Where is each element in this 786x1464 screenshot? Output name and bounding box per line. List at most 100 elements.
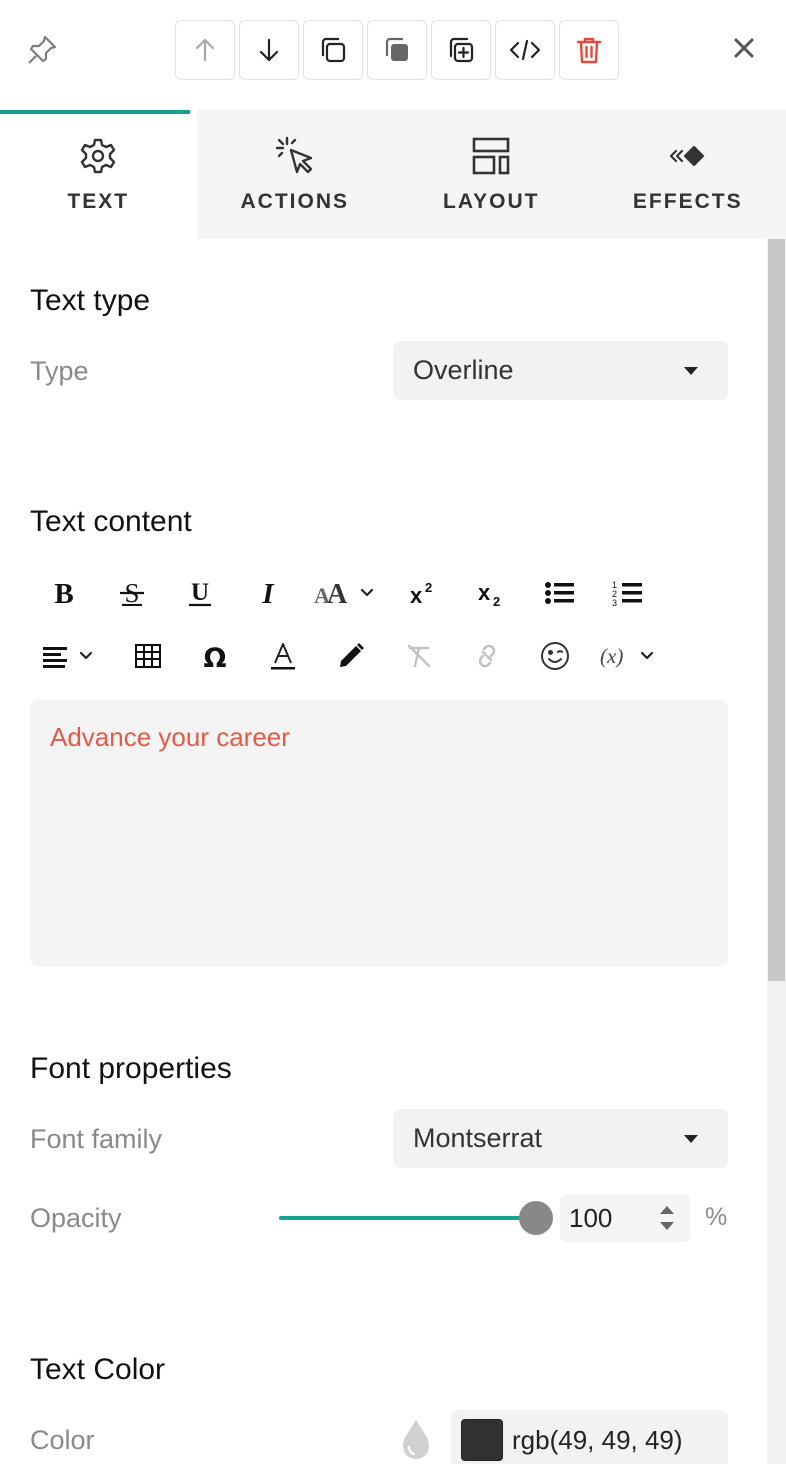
variable-icon: (x) — [600, 644, 654, 668]
code-icon — [509, 39, 541, 61]
numbered-list-icon: 123 — [612, 580, 642, 608]
editor-text[interactable]: Advance your career — [50, 722, 708, 753]
opacity-unit: % — [705, 1203, 728, 1231]
link-icon — [478, 644, 496, 668]
settings-tabs: TEXT ACTIONS LAYOUT EFFECTS — [0, 110, 786, 239]
section-title-text-content: Text content — [30, 505, 192, 538]
copy-filled-icon — [385, 37, 408, 61]
arrow-down-icon — [259, 38, 279, 62]
svg-text:U: U — [191, 579, 209, 606]
bold-icon: B — [54, 578, 73, 608]
opacity-slider-track[interactable] — [279, 1216, 537, 1220]
opacity-stepper[interactable] — [655, 1199, 679, 1237]
cursor-click-icon — [273, 134, 317, 178]
tab-label: LAYOUT — [443, 190, 540, 213]
code-button[interactable] — [495, 20, 555, 80]
copy-style-button[interactable] — [367, 20, 427, 80]
add-element-button[interactable] — [431, 20, 491, 80]
tab-effects[interactable]: EFFECTS — [590, 110, 786, 239]
toolbar-button-group — [175, 20, 619, 80]
text-align-button[interactable] — [38, 634, 102, 678]
clear-format-button[interactable] — [391, 634, 447, 678]
text-color-button[interactable] — [255, 634, 311, 678]
clear-format-icon — [407, 644, 431, 668]
section-title-text-color: Text Color — [30, 1353, 166, 1386]
svg-text:x: x — [478, 580, 491, 605]
pin-icon[interactable] — [24, 32, 60, 68]
delete-button[interactable] — [559, 20, 619, 80]
opacity-value: 100 — [569, 1202, 613, 1233]
eyedropper-drop-icon[interactable] — [400, 1418, 432, 1460]
close-icon[interactable] — [726, 30, 762, 66]
underline-icon: U — [189, 579, 211, 607]
strikethrough-button[interactable]: S — [104, 571, 160, 615]
tab-label: ACTIONS — [240, 190, 349, 213]
duplicate-button[interactable] — [303, 20, 363, 80]
underline-button[interactable]: U — [172, 571, 228, 615]
type-label: Type — [30, 356, 89, 386]
bold-button[interactable]: B — [36, 571, 92, 615]
text-color-icon — [271, 643, 295, 670]
numbered-list-button[interactable]: 123 — [600, 571, 656, 615]
svg-text:(x): (x) — [600, 644, 623, 668]
font-size-button[interactable]: AA — [310, 571, 380, 615]
omega-icon: Ω — [204, 643, 227, 671]
type-select[interactable]: Overline — [393, 341, 728, 400]
tab-actions[interactable]: ACTIONS — [197, 110, 394, 239]
font-family-value: Montserrat — [413, 1123, 543, 1153]
color-swatch[interactable] — [461, 1419, 503, 1461]
align-left-icon — [43, 647, 93, 668]
section-title-text-type: Text type — [30, 284, 151, 317]
move-down-button[interactable] — [239, 20, 299, 80]
scrollbar-thumb[interactable] — [768, 239, 785, 981]
tab-label: TEXT — [67, 190, 130, 213]
subscript-button[interactable]: x2 — [464, 571, 520, 615]
highlight-button[interactable] — [323, 634, 379, 678]
table-button[interactable] — [120, 634, 176, 678]
element-toolbar — [0, 0, 786, 110]
arrow-up-icon — [195, 38, 215, 62]
table-icon — [135, 644, 161, 668]
superscript-button[interactable]: x2 — [396, 571, 452, 615]
color-input[interactable]: rgb(49, 49, 49) — [451, 1410, 728, 1464]
opacity-label: Opacity — [30, 1203, 122, 1233]
text-content-editor[interactable]: Advance your career — [30, 700, 728, 967]
color-value: rgb(49, 49, 49) — [512, 1425, 683, 1455]
pencil-icon — [340, 643, 364, 667]
svg-text:Ω: Ω — [204, 643, 227, 671]
svg-text:2: 2 — [493, 594, 500, 608]
stepper-arrows-icon — [660, 1206, 674, 1230]
chevron-down-icon — [684, 367, 698, 375]
font-size-icon: AA — [314, 579, 374, 608]
section-title-font-properties: Font properties — [30, 1052, 232, 1085]
svg-text:3: 3 — [612, 598, 617, 608]
special-characters-button[interactable]: Ω — [187, 634, 243, 678]
tab-text[interactable]: TEXT — [0, 110, 197, 239]
layout-icon — [469, 134, 513, 178]
svg-text:x: x — [410, 583, 423, 608]
italic-button[interactable]: I — [240, 571, 296, 615]
opacity-slider-thumb[interactable] — [519, 1201, 553, 1235]
trash-icon — [576, 37, 602, 64]
color-label: Color — [30, 1425, 95, 1455]
font-family-label: Font family — [30, 1124, 163, 1154]
svg-text:I: I — [261, 578, 275, 608]
bullet-list-button[interactable] — [532, 571, 588, 615]
type-select-value: Overline — [413, 355, 514, 385]
variables-button[interactable]: (x) — [595, 634, 665, 678]
svg-text:2: 2 — [425, 580, 432, 595]
link-button[interactable] — [459, 634, 515, 678]
font-family-select[interactable]: Montserrat — [393, 1109, 728, 1168]
strikethrough-icon: S — [120, 578, 144, 608]
svg-text:A: A — [327, 579, 348, 608]
move-up-button[interactable] — [175, 20, 235, 80]
subscript-icon: x2 — [478, 580, 500, 608]
svg-text:B: B — [54, 578, 73, 608]
superscript-icon: x2 — [410, 580, 432, 608]
emoji-button[interactable] — [527, 634, 583, 678]
chevron-down-icon — [684, 1135, 698, 1143]
gear-icon — [76, 134, 120, 178]
tab-layout[interactable]: LAYOUT — [393, 110, 590, 239]
italic-icon: I — [261, 578, 275, 608]
tab-label: EFFECTS — [632, 190, 743, 213]
